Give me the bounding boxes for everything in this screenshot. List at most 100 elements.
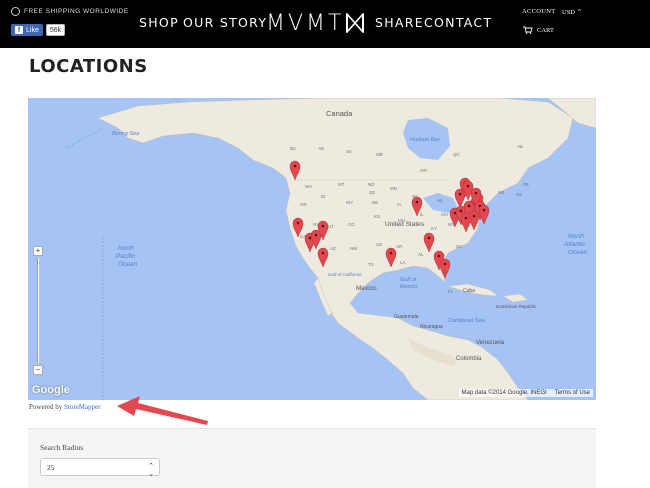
state-label-ky: KY	[431, 226, 437, 231]
label-venezuela: Venezuela	[476, 340, 505, 346]
cart-label: CART	[537, 26, 554, 34]
state-label-tx: TX	[368, 262, 374, 267]
site-header: FREE SHIPPING WORLDWIDE f Like 56k SHOP …	[0, 0, 650, 48]
state-label-nb: NB	[498, 190, 504, 195]
label-nicaragua: Nicaragua	[420, 324, 443, 330]
search-radius-label: Search Radius	[40, 443, 84, 452]
state-label-mi: MI	[437, 198, 442, 203]
search-panel: Search Radius 25 ⌃ ⌄	[28, 428, 596, 488]
state-label-ne: NE	[372, 200, 378, 205]
label-colombia: Colombia	[456, 356, 482, 362]
logo-text: MVMT	[266, 10, 345, 36]
select-chevron-icon: ⌃ ⌄	[148, 462, 154, 478]
label-mexico: Mexico	[356, 285, 377, 292]
zoom-slider[interactable]	[37, 258, 39, 363]
state-label-oh: OH	[441, 212, 448, 217]
search-radius-value: 25	[47, 463, 55, 472]
state-label-nl: NL	[518, 144, 524, 149]
state-label-fl: FL	[448, 289, 454, 294]
label-hudson-bay: Hudson Bay	[410, 137, 441, 143]
state-label-mn: MN	[390, 186, 397, 191]
state-label-pe: PE	[523, 182, 529, 187]
search-radius-select[interactable]: 25 ⌃ ⌄	[40, 458, 160, 478]
state-label-ut: UT	[328, 224, 334, 229]
label-dominican-republic: Dominican Republic	[496, 304, 537, 309]
state-label-nm: NM	[350, 246, 357, 251]
state-label-az: AZ	[330, 246, 336, 251]
facebook-like-count: 56k	[45, 24, 66, 36]
zoom-in-button[interactable]: +	[33, 246, 43, 256]
state-label-mt: MT	[338, 182, 345, 187]
powered-by-label: Powered by	[29, 403, 63, 411]
state-label-or: OR	[300, 202, 308, 207]
state-label-mb: MB	[376, 152, 383, 157]
label-north-atlantic-3: Ocean	[568, 249, 588, 256]
dateline-dotted	[65, 127, 104, 400]
state-label-ns: NS	[516, 192, 522, 197]
state-label-id: ID	[321, 194, 326, 199]
state-label-nd: ND	[368, 182, 375, 187]
terms-of-use-link[interactable]: Terms of Use	[555, 390, 590, 396]
state-label-wy: WY	[346, 200, 353, 205]
zoom-control[interactable]: + −	[33, 246, 43, 376]
map-canvas[interactable]: Canada United States Mexico Gulf of Mexi…	[28, 98, 596, 400]
label-north-atlantic-1: North	[568, 233, 584, 240]
map-data-credit: Map data ©2014 Google, INEGI	[461, 390, 547, 396]
state-label-bc: BC	[290, 146, 297, 151]
state-label-qc: QC	[453, 152, 461, 157]
nav-our-story[interactable]: OUR STORY	[183, 15, 267, 30]
cart-link[interactable]: CART	[523, 26, 554, 34]
facebook-icon: f	[15, 26, 23, 34]
free-shipping-text: FREE SHIPPING WORLDWIDE	[24, 8, 129, 15]
red-arrow-annotation	[117, 396, 208, 425]
label-north-pacific-3: Ocean	[118, 261, 138, 268]
state-label-ar: AR	[396, 244, 403, 249]
nav-shop[interactable]: SHOP	[139, 15, 179, 30]
logo-hourglass-icon	[346, 13, 365, 33]
page-title: LOCATIONS	[29, 56, 148, 77]
state-label-ok: OK	[376, 242, 383, 247]
hispaniola-island	[502, 293, 529, 303]
map-attribution: Map data ©2014 Google, INEGI Terms of Us…	[458, 389, 593, 397]
label-gulf-mexico: Mexico	[400, 284, 417, 290]
account-link[interactable]: ACCOUNT	[522, 8, 556, 15]
state-label-al: AL	[418, 252, 424, 257]
label-north-atlantic-2: Atlantic	[563, 241, 586, 248]
facebook-like-button[interactable]: f Like	[11, 24, 43, 36]
currency-label: USD	[562, 9, 576, 16]
mvmt-logo[interactable]: MVMT	[266, 10, 365, 36]
state-label-wa: WA	[305, 184, 312, 189]
state-label-ia: IA	[397, 202, 401, 207]
zoom-out-button[interactable]: −	[33, 365, 43, 375]
state-label-on: ON	[420, 168, 427, 173]
label-bering-sea: Bering Sea	[112, 131, 139, 137]
state-label-co: CO	[348, 222, 355, 227]
store-locator-map[interactable]: Canada United States Mexico Gulf of Mexi…	[28, 98, 596, 400]
facebook-like-label: Like	[26, 26, 39, 34]
state-label-ab: AB	[318, 146, 324, 151]
store-marker[interactable]	[478, 204, 490, 225]
state-label-la: LA	[400, 260, 406, 265]
powered-by: Powered by StoreMapper	[29, 403, 101, 411]
nav-contact[interactable]: CONTACT	[424, 15, 492, 30]
facebook-like-widget[interactable]: f Like 56k	[11, 24, 66, 36]
nav-share[interactable]: SHARE	[375, 15, 424, 30]
currency-selector[interactable]: USD ⌃	[562, 8, 582, 16]
storemapper-link[interactable]: StoreMapper	[64, 403, 101, 411]
label-north-pacific-1: North	[118, 245, 134, 252]
state-label-sk: SK	[346, 149, 352, 154]
label-canada: Canada	[326, 109, 353, 118]
state-label-ks: KS	[374, 214, 380, 219]
label-gulf-of: Gulf of	[400, 277, 417, 283]
google-logo[interactable]: Google	[32, 384, 70, 396]
cart-icon	[523, 26, 533, 34]
label-guatemala: Guatemala	[394, 314, 419, 320]
label-caribbean-sea: Caribbean Sea	[448, 318, 485, 324]
state-label-il: IL	[420, 212, 424, 217]
label-north-pacific-2: Pacific	[116, 253, 136, 260]
state-label-sc: SC	[456, 244, 463, 249]
state-label-mo: MO	[398, 218, 406, 223]
label-cuba: Cuba	[463, 288, 475, 294]
state-label-sd: SD	[369, 190, 376, 195]
free-shipping-banner: FREE SHIPPING WORLDWIDE	[11, 7, 129, 16]
